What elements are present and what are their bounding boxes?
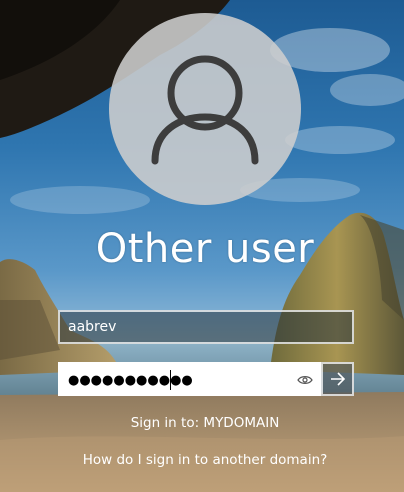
submit-button[interactable] xyxy=(321,362,354,396)
other-domain-link[interactable]: How do I sign in to another domain? xyxy=(0,452,404,468)
text-caret xyxy=(170,370,171,390)
arrow-right-icon xyxy=(331,372,346,386)
user-avatar xyxy=(109,13,301,205)
user-silhouette-icon xyxy=(151,55,259,165)
user-display-name: Other user xyxy=(95,226,315,272)
lock-screen: Other user ●●●●●●●●●●● Sign in to: MYDOM… xyxy=(0,0,404,492)
sign-in-domain-text: Sign in to: MYDOMAIN xyxy=(130,415,280,431)
password-input[interactable]: ●●●●●●●●●●● xyxy=(58,362,321,396)
username-input[interactable] xyxy=(58,310,354,344)
password-row: ●●●●●●●●●●● xyxy=(58,362,354,396)
eye-icon[interactable] xyxy=(297,373,313,387)
password-masked-value: ●●●●●●●●●●● xyxy=(68,373,193,388)
